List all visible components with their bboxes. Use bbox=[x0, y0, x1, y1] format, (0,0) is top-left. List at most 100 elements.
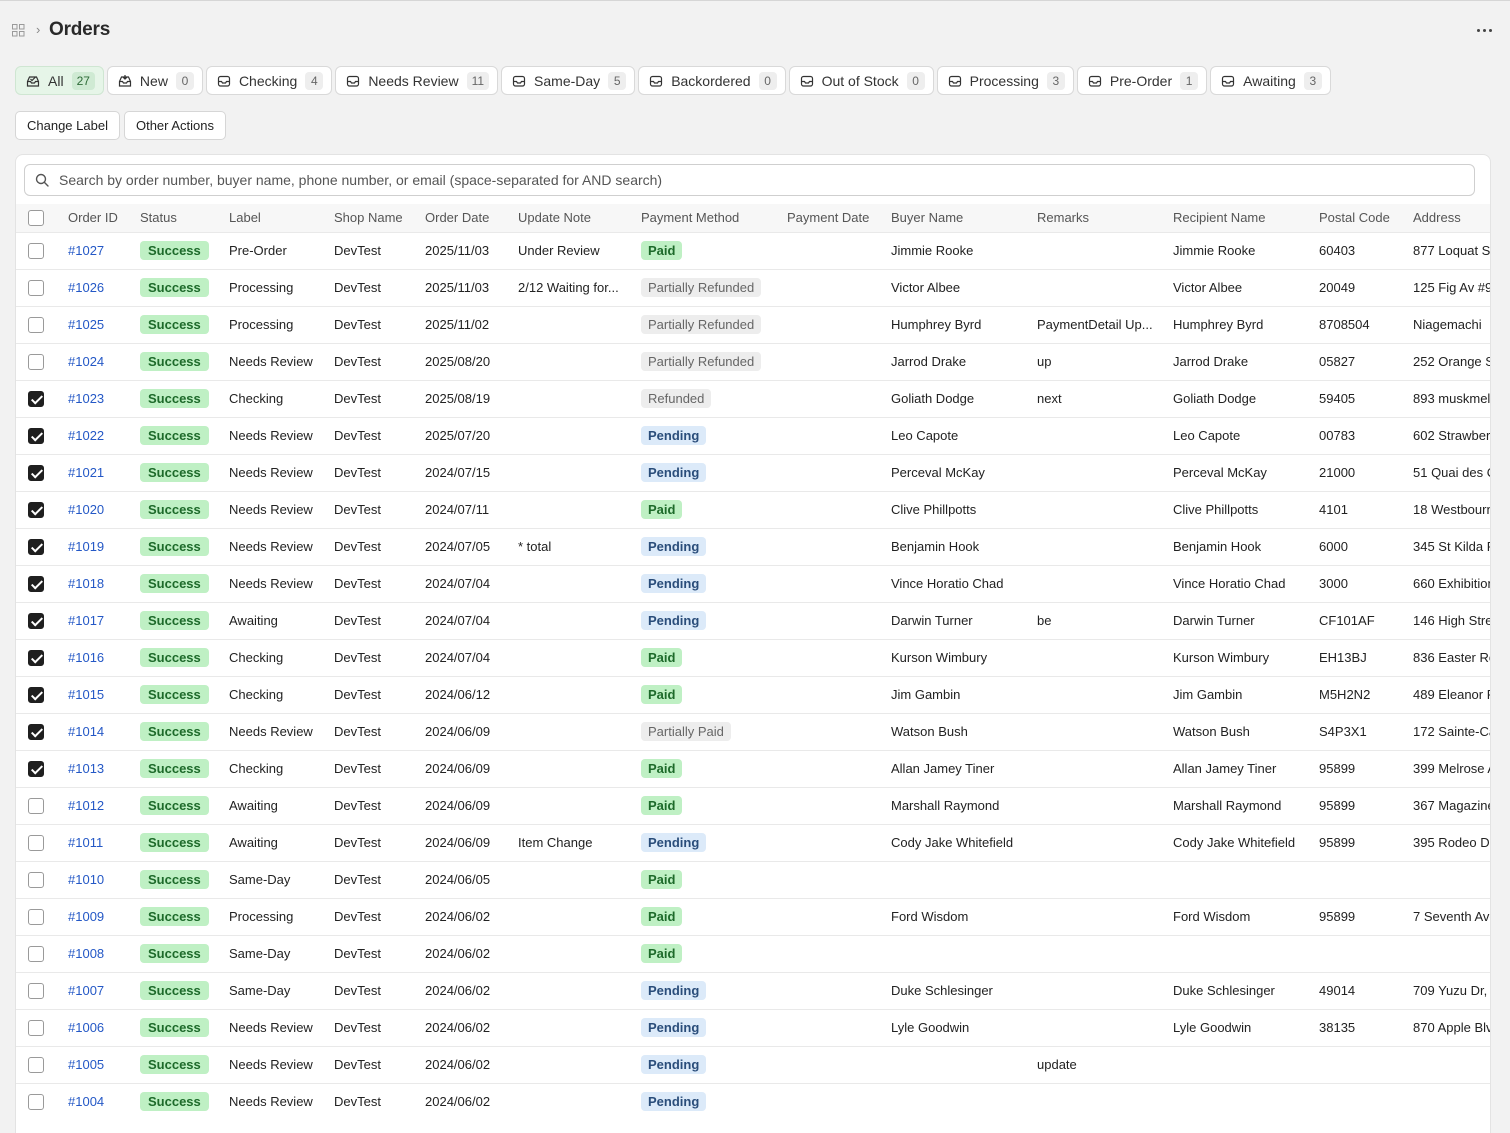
tab-new[interactable]: New 0 bbox=[106, 66, 203, 95]
row-checkbox[interactable] bbox=[28, 908, 44, 925]
table-row[interactable]: #1022 Success Needs Review DevTest 2025/07/2… bbox=[16, 416, 1490, 454]
table-row[interactable]: #1026 Success Processing DevTest 2025/11/03 2… bbox=[16, 268, 1490, 306]
row-checkbox[interactable] bbox=[28, 242, 44, 259]
table-row[interactable]: #1024 Success Needs Review DevTest 2025/08/2… bbox=[16, 342, 1490, 380]
table-row[interactable]: #1015 Success Checking DevTest 2024/06/12 Pai… bbox=[16, 675, 1490, 713]
tab-all[interactable]: All 27 bbox=[15, 66, 104, 95]
row-checkbox[interactable] bbox=[28, 1094, 44, 1111]
order-id-link[interactable]: #1013 bbox=[68, 761, 104, 776]
order-id-link[interactable]: #1025 bbox=[68, 317, 104, 332]
order-id-link[interactable]: #1018 bbox=[68, 576, 104, 591]
column-header-shop-name[interactable]: Shop Name bbox=[334, 204, 425, 232]
row-checkbox[interactable] bbox=[28, 723, 44, 740]
tab-processing[interactable]: Processing 3 bbox=[936, 66, 1074, 95]
tab-checking[interactable]: Checking 4 bbox=[205, 66, 333, 95]
table-row[interactable]: #1020 Success Needs Review DevTest 2024/07/1… bbox=[16, 490, 1490, 528]
column-header-update-note[interactable]: Update Note bbox=[518, 204, 641, 232]
table-row[interactable]: #1012 Success Awaiting DevTest 2024/06/09 Pai… bbox=[16, 786, 1490, 824]
column-header-order-date[interactable]: Order Date bbox=[425, 204, 518, 232]
column-header-buyer-name[interactable]: Buyer Name bbox=[891, 204, 1037, 232]
table-row[interactable]: #1016 Success Checking DevTest 2024/07/04 Pai… bbox=[16, 638, 1490, 676]
order-id-link[interactable]: #1008 bbox=[68, 946, 104, 961]
other-actions-button[interactable]: Other Actions bbox=[123, 111, 227, 140]
row-checkbox[interactable] bbox=[28, 760, 44, 777]
tab-backordered[interactable]: Backordered 0 bbox=[638, 66, 786, 95]
order-id-link[interactable]: #1006 bbox=[68, 1020, 104, 1035]
table-row[interactable]: #1011 Success Awaiting DevTest 2024/06/09 Ite… bbox=[16, 823, 1490, 861]
search-input[interactable] bbox=[59, 172, 1439, 188]
order-id-link[interactable]: #1009 bbox=[68, 909, 104, 924]
order-id-link[interactable]: #1019 bbox=[68, 539, 104, 554]
column-header-postal-code[interactable]: Postal Code bbox=[1319, 204, 1413, 232]
row-checkbox[interactable] bbox=[28, 649, 44, 666]
row-checkbox[interactable] bbox=[28, 353, 44, 370]
row-checkbox[interactable] bbox=[28, 427, 44, 444]
order-id-link[interactable]: #1023 bbox=[68, 391, 104, 406]
row-checkbox[interactable] bbox=[28, 279, 44, 296]
order-id-link[interactable]: #1024 bbox=[68, 354, 104, 369]
table-row[interactable]: #1008 Success Same-Day DevTest 2024/06/02 Pai… bbox=[16, 934, 1490, 972]
order-id-link[interactable]: #1005 bbox=[68, 1057, 104, 1072]
tab-out-of-stock[interactable]: Out of Stock 0 bbox=[788, 66, 934, 95]
order-id-link[interactable]: #1015 bbox=[68, 687, 104, 702]
table-row[interactable]: #1010 Success Same-Day DevTest 2024/06/05 Pai… bbox=[16, 860, 1490, 898]
order-id-link[interactable]: #1021 bbox=[68, 465, 104, 480]
row-checkbox[interactable] bbox=[28, 501, 44, 518]
tab-pre-order[interactable]: Pre-Order 1 bbox=[1076, 66, 1208, 95]
order-id-link[interactable]: #1017 bbox=[68, 613, 104, 628]
order-id-link[interactable]: #1022 bbox=[68, 428, 104, 443]
column-header-recipient-name[interactable]: Recipient Name bbox=[1173, 204, 1319, 232]
table-row[interactable]: #1004 Success Needs Review DevTest 2024/06/0… bbox=[16, 1082, 1490, 1120]
order-id-link[interactable]: #1004 bbox=[68, 1094, 104, 1109]
order-id-link[interactable]: #1027 bbox=[68, 243, 104, 258]
tab-needs-review[interactable]: Needs Review 11 bbox=[335, 66, 499, 95]
row-checkbox[interactable] bbox=[28, 390, 44, 407]
table-row[interactable]: #1023 Success Checking DevTest 2025/08/19 Ref… bbox=[16, 379, 1490, 417]
order-id-link[interactable]: #1020 bbox=[68, 502, 104, 517]
column-header-payment-method[interactable]: Payment Method bbox=[641, 204, 787, 232]
row-checkbox[interactable] bbox=[28, 982, 44, 999]
table-row[interactable]: #1009 Success Processing DevTest 2024/06/02 P… bbox=[16, 897, 1490, 935]
row-checkbox[interactable] bbox=[28, 316, 44, 333]
table-row[interactable]: #1025 Success Processing DevTest 2025/11/02 P… bbox=[16, 305, 1490, 343]
table-row[interactable]: #1021 Success Needs Review DevTest 2024/07/1… bbox=[16, 453, 1490, 491]
tab-same-day[interactable]: Same-Day 5 bbox=[501, 66, 636, 95]
order-id-link[interactable]: #1011 bbox=[68, 835, 103, 850]
row-checkbox[interactable] bbox=[28, 1019, 44, 1036]
more-options-icon[interactable] bbox=[1472, 20, 1496, 40]
table-row[interactable]: #1019 Success Needs Review DevTest 2024/07/0… bbox=[16, 527, 1490, 565]
table-row[interactable]: #1007 Success Same-Day DevTest 2024/06/02 Pen… bbox=[16, 971, 1490, 1009]
table-row[interactable]: #1005 Success Needs Review DevTest 2024/06/0… bbox=[16, 1045, 1490, 1083]
table-row[interactable]: #1014 Success Needs Review DevTest 2024/06/0… bbox=[16, 712, 1490, 750]
order-id-link[interactable]: #1010 bbox=[68, 872, 104, 887]
tab-awaiting[interactable]: Awaiting 3 bbox=[1210, 66, 1331, 95]
column-header-status[interactable]: Status bbox=[140, 204, 229, 232]
table-row[interactable]: #1018 Success Needs Review DevTest 2024/07/0… bbox=[16, 564, 1490, 602]
row-checkbox[interactable] bbox=[28, 612, 44, 629]
row-checkbox[interactable] bbox=[28, 834, 44, 851]
column-header-remarks[interactable]: Remarks bbox=[1037, 204, 1173, 232]
order-id-link[interactable]: #1014 bbox=[68, 724, 104, 739]
column-header-payment-date[interactable]: Payment Date bbox=[787, 204, 891, 232]
order-id-link[interactable]: #1026 bbox=[68, 280, 104, 295]
column-header-address[interactable]: Address bbox=[1413, 204, 1490, 232]
row-checkbox[interactable] bbox=[28, 538, 44, 555]
row-checkbox[interactable] bbox=[28, 575, 44, 592]
row-checkbox[interactable] bbox=[28, 686, 44, 703]
order-id-link[interactable]: #1007 bbox=[68, 983, 104, 998]
order-id-link[interactable]: #1012 bbox=[68, 798, 104, 813]
select-all-checkbox[interactable] bbox=[28, 210, 44, 227]
row-checkbox[interactable] bbox=[28, 797, 44, 814]
table-row[interactable]: #1006 Success Needs Review DevTest 2024/06/0… bbox=[16, 1008, 1490, 1046]
row-checkbox[interactable] bbox=[28, 1056, 44, 1073]
table-row[interactable]: #1027 Success Pre-Order DevTest 2025/11/03 Un… bbox=[16, 231, 1490, 269]
apps-grid-icon[interactable] bbox=[12, 24, 25, 37]
row-checkbox[interactable] bbox=[28, 871, 44, 888]
order-id-link[interactable]: #1016 bbox=[68, 650, 104, 665]
row-checkbox[interactable] bbox=[28, 464, 44, 481]
column-header-order-id[interactable]: Order ID bbox=[68, 204, 140, 232]
table-row[interactable]: #1017 Success Awaiting DevTest 2024/07/04 Pen… bbox=[16, 601, 1490, 639]
change-label-button[interactable]: Change Label bbox=[15, 111, 120, 140]
table-row[interactable]: #1013 Success Checking DevTest 2024/06/09 Pai… bbox=[16, 749, 1490, 787]
row-checkbox[interactable] bbox=[28, 945, 44, 962]
